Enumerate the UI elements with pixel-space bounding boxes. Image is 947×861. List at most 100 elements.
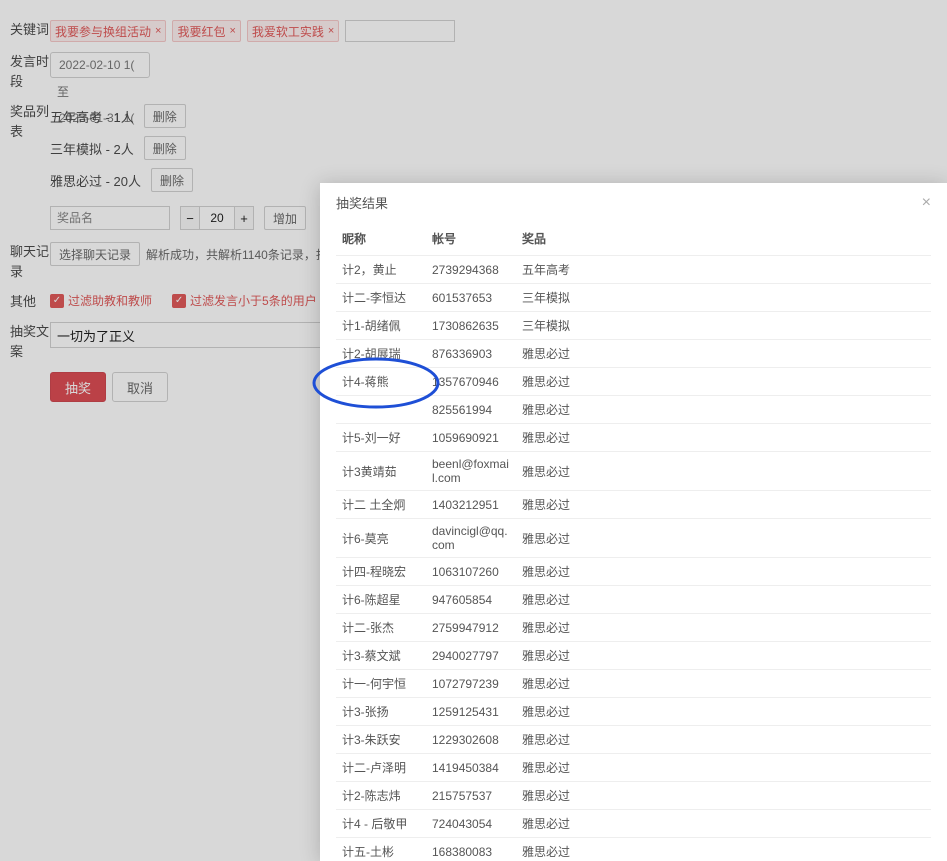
keyword-tag[interactable]: 我要参与换组活动 × bbox=[50, 20, 166, 42]
label-chatlog: 聊天记录 bbox=[10, 242, 50, 282]
delete-prize-button[interactable]: 删除 bbox=[144, 104, 186, 128]
keyword-tag[interactable]: 我要红包 × bbox=[172, 20, 240, 42]
modal-body[interactable]: 昵称 帐号 奖品 计2，黄止2739294368五年高考计二-李恒达601537… bbox=[320, 222, 947, 861]
results-modal: 抽奖结果 × 昵称 帐号 奖品 计2，黄止2739294368五年高考计二-李恒… bbox=[320, 183, 947, 861]
cell-nick: 计二-张杰 bbox=[336, 614, 426, 642]
cancel-button[interactable]: 取消 bbox=[112, 372, 168, 402]
cell-acct: 876336903 bbox=[426, 340, 516, 368]
date-from-input[interactable] bbox=[55, 53, 145, 77]
label-slogan: 抽奖文案 bbox=[10, 322, 50, 362]
date-sep: 至 bbox=[57, 83, 69, 100]
cell-prize: 雅思必过 bbox=[516, 368, 931, 396]
filter-few-checkbox[interactable]: ✓ 过滤发言小于5条的用户 bbox=[172, 292, 317, 309]
check-icon: ✓ bbox=[50, 294, 64, 308]
cell-nick: 计二-卢泽明 bbox=[336, 754, 426, 782]
cell-acct: 168380083 bbox=[426, 838, 516, 861]
cell-nick: 计五-土彬 bbox=[336, 838, 426, 861]
cell-acct: davincigl@qq.com bbox=[426, 519, 516, 558]
draw-button[interactable]: 抽奖 bbox=[50, 372, 106, 402]
table-row: 计3-朱跃安1229302608雅思必过 bbox=[336, 726, 931, 754]
prize-count-input[interactable] bbox=[200, 206, 234, 230]
close-icon[interactable]: × bbox=[155, 25, 161, 37]
cell-acct: beenl@foxmail.com bbox=[426, 452, 516, 491]
col-prize-header: 奖品 bbox=[516, 222, 931, 256]
cell-nick: 计四-程晓宏 bbox=[336, 558, 426, 586]
cell-nick: 计6-莫亮 bbox=[336, 519, 426, 558]
cell-prize: 雅思必过 bbox=[516, 698, 931, 726]
close-icon[interactable]: × bbox=[328, 25, 334, 37]
label-keywords: 关键词 bbox=[10, 20, 50, 40]
cell-nick: 计4-蒋熊 bbox=[336, 368, 426, 396]
stepper-minus[interactable]: − bbox=[180, 206, 200, 230]
keyword-input[interactable] bbox=[345, 20, 455, 42]
cell-acct: 1229302608 bbox=[426, 726, 516, 754]
table-row: 计1-胡绪佩1730862635三年模拟 bbox=[336, 312, 931, 340]
cell-acct: 1403212951 bbox=[426, 491, 516, 519]
delete-prize-button[interactable]: 删除 bbox=[144, 136, 186, 160]
stepper-plus[interactable]: + bbox=[234, 206, 254, 230]
cell-prize: 雅思必过 bbox=[516, 452, 931, 491]
cell-acct: 825561994 bbox=[426, 396, 516, 424]
cell-prize: 五年高考 bbox=[516, 256, 931, 284]
results-table: 昵称 帐号 奖品 计2，黄止2739294368五年高考计二-李恒达601537… bbox=[336, 222, 931, 861]
table-row: 计2-胡展瑞876336903雅思必过 bbox=[336, 340, 931, 368]
keyword-tag[interactable]: 我爱软工实践 × bbox=[247, 20, 339, 42]
table-row: 计二-李恒达601537653三年模拟 bbox=[336, 284, 931, 312]
filter-ta-label: 过滤助教和教师 bbox=[68, 292, 152, 309]
label-time-range: 发言时段 bbox=[10, 52, 50, 92]
cell-prize: 雅思必过 bbox=[516, 519, 931, 558]
col-nick-header: 昵称 bbox=[336, 222, 426, 256]
cell-prize: 雅思必过 bbox=[516, 586, 931, 614]
row-keywords: 关键词 我要参与换组活动 × 我要红包 × 我爱软工实践 × bbox=[10, 20, 937, 42]
cell-prize: 雅思必过 bbox=[516, 614, 931, 642]
table-row: 计二-张杰2759947912雅思必过 bbox=[336, 614, 931, 642]
table-header-row: 昵称 帐号 奖品 bbox=[336, 222, 931, 256]
table-row: 计五-土彬168380083雅思必过 bbox=[336, 838, 931, 861]
delete-prize-button[interactable]: 删除 bbox=[151, 168, 193, 192]
cell-nick: 计一-何宇恒 bbox=[336, 670, 426, 698]
cell-nick: 计2-陈志炜 bbox=[336, 782, 426, 810]
choose-chatlog-button[interactable]: 选择聊天记录 bbox=[50, 242, 140, 266]
close-icon[interactable]: × bbox=[229, 25, 235, 37]
cell-nick bbox=[336, 396, 426, 424]
close-icon[interactable]: × bbox=[922, 194, 931, 212]
cell-prize: 雅思必过 bbox=[516, 424, 931, 452]
table-row: 计3黄靖茹beenl@foxmail.com雅思必过 bbox=[336, 452, 931, 491]
cell-nick: 计1-胡绪佩 bbox=[336, 312, 426, 340]
cell-acct: 215757537 bbox=[426, 782, 516, 810]
cell-prize: 雅思必过 bbox=[516, 491, 931, 519]
cell-prize: 三年模拟 bbox=[516, 312, 931, 340]
filter-ta-checkbox[interactable]: ✓ 过滤助教和教师 bbox=[50, 292, 152, 309]
cell-nick: 计6-陈超星 bbox=[336, 586, 426, 614]
table-row: 计四-程晓宏1063107260雅思必过 bbox=[336, 558, 931, 586]
cell-prize: 雅思必过 bbox=[516, 782, 931, 810]
check-icon: ✓ bbox=[172, 294, 186, 308]
add-prize-button[interactable]: 增加 bbox=[264, 206, 306, 230]
table-row: 计二-卢泽明1419450384雅思必过 bbox=[336, 754, 931, 782]
row-time-range: 发言时段 至 bbox=[10, 52, 937, 92]
table-row: 计一-何宇恒1072797239雅思必过 bbox=[336, 670, 931, 698]
table-row: 计3-张扬1259125431雅思必过 bbox=[336, 698, 931, 726]
table-row: 计4 - 后敬甲724043054雅思必过 bbox=[336, 810, 931, 838]
cell-nick: 计5-刘一好 bbox=[336, 424, 426, 452]
prize-text: 三年模拟 - 2人 bbox=[50, 139, 134, 158]
cell-nick: 计3-蔡文斌 bbox=[336, 642, 426, 670]
prize-text: 五年高考 - 1人 bbox=[50, 107, 134, 126]
prize-item: 三年模拟 - 2人 删除 bbox=[50, 134, 937, 162]
tag-text: 我要参与换组活动 bbox=[55, 23, 151, 40]
cell-prize: 雅思必过 bbox=[516, 558, 931, 586]
cell-acct: 1357670946 bbox=[426, 368, 516, 396]
cell-nick: 计4 - 后敬甲 bbox=[336, 810, 426, 838]
keywords-tags: 我要参与换组活动 × 我要红包 × 我爱软工实践 × bbox=[50, 20, 937, 42]
cell-nick: 计3黄靖茹 bbox=[336, 452, 426, 491]
table-row: 825561994雅思必过 bbox=[336, 396, 931, 424]
cell-prize: 雅思必过 bbox=[516, 670, 931, 698]
prize-count-stepper: − + bbox=[180, 206, 254, 230]
cell-nick: 计二-李恒达 bbox=[336, 284, 426, 312]
table-row: 计2-陈志炜215757537雅思必过 bbox=[336, 782, 931, 810]
cell-acct: 2739294368 bbox=[426, 256, 516, 284]
prize-item: 五年高考 - 1人 删除 bbox=[50, 102, 937, 130]
cell-prize: 雅思必过 bbox=[516, 340, 931, 368]
prize-name-input[interactable] bbox=[50, 206, 170, 230]
cell-nick: 计二 土全炯 bbox=[336, 491, 426, 519]
